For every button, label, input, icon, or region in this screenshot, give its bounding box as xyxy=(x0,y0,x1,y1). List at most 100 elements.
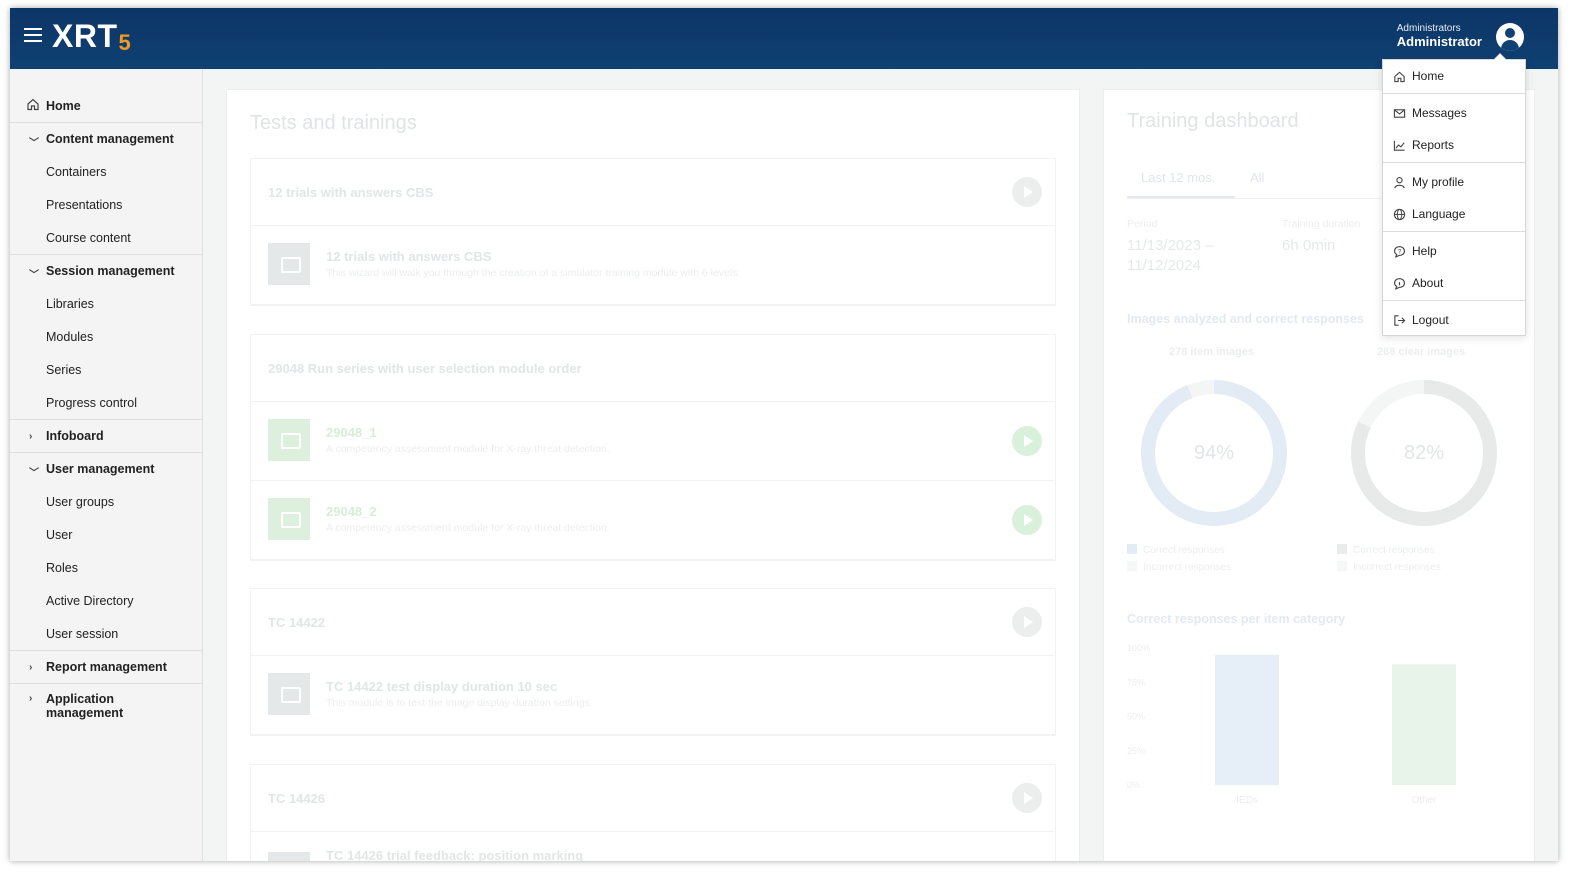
sidebar-item-modules[interactable]: Modules xyxy=(10,320,202,353)
module-description: This wizard will walk you through the cr… xyxy=(326,267,741,279)
category-section-title: Correct responses per item category xyxy=(1127,612,1346,626)
test-group-header[interactable]: 12 trials with answers CBS xyxy=(251,159,1055,226)
donut-left-pct: 94% xyxy=(1194,442,1234,464)
test-group: 29048 Run series with user selection mod… xyxy=(250,334,1056,561)
menu-item-reports[interactable]: Reports xyxy=(1383,131,1525,159)
briefcase-icon xyxy=(268,419,310,461)
test-group-header[interactable]: 29048 Run series with user selection mod… xyxy=(251,335,1055,402)
play-icon[interactable] xyxy=(1012,426,1042,456)
sidebar-item-course-content[interactable]: Course content xyxy=(10,221,202,254)
play-icon[interactable] xyxy=(1012,607,1042,637)
user-role: Administrators xyxy=(1396,23,1461,34)
menu-item-help[interactable]: ? Help xyxy=(1383,237,1525,265)
menu-divider xyxy=(1383,231,1525,232)
group-title: 12 trials with answers CBS xyxy=(268,185,434,200)
menu-item-my-profile[interactable]: My profile xyxy=(1383,168,1525,196)
chevron-down-icon: ﹀ xyxy=(29,468,39,479)
y-tick-label: 25% xyxy=(1127,746,1145,756)
module-item[interactable]: TC 14426 trial feedback: position markin… xyxy=(251,832,1055,861)
avatar[interactable] xyxy=(1496,23,1524,51)
menu-icon[interactable] xyxy=(24,28,42,44)
sidebar-item-label: Modules xyxy=(46,329,94,344)
y-tick-label: 100% xyxy=(1127,643,1150,653)
sidebar-item-infoboard[interactable]: › Infoboard xyxy=(10,419,202,452)
sidebar-item-application-management[interactable]: › Application management xyxy=(10,683,202,727)
menu-item-label: Help xyxy=(1412,244,1437,258)
sidebar-item-label: Containers xyxy=(46,164,107,179)
legend-incorrect-left: Incorrect responses xyxy=(1127,561,1231,573)
sidebar-item-label: Report management xyxy=(46,660,167,674)
sidebar-item-label: User groups xyxy=(46,494,115,509)
legend-label: Correct responses xyxy=(1143,545,1225,556)
x-tick-label: Other xyxy=(1411,795,1437,806)
menu-item-label: My profile xyxy=(1412,175,1465,189)
y-tick-label: 0% xyxy=(1127,780,1140,790)
briefcase-icon xyxy=(268,673,310,715)
sidebar-item-user-session[interactable]: User session xyxy=(10,617,202,650)
chevron-right-icon: › xyxy=(29,662,33,673)
legend-incorrect-right: Incorrect responses xyxy=(1337,561,1441,573)
module-item[interactable]: 29048_1 A competency assessment module f… xyxy=(251,402,1055,481)
module-item[interactable]: 29048_2 A competency assessment module f… xyxy=(251,481,1055,560)
module-title: TC 14426 trial feedback: position markin… xyxy=(326,848,584,861)
test-group-header[interactable]: TC 14422 xyxy=(251,589,1055,656)
sidebar-item-user-groups[interactable]: User groups xyxy=(10,485,202,518)
menu-item-label: Reports xyxy=(1412,138,1455,152)
sidebar-item-progress-control[interactable]: Progress control xyxy=(10,386,202,419)
duration-value: 6h 0min xyxy=(1282,237,1336,254)
y-tick-label: 75% xyxy=(1127,677,1145,687)
play-icon[interactable] xyxy=(1012,177,1042,207)
sidebar-item-report-management[interactable]: › Report management xyxy=(10,650,202,683)
module-title: 29048_2 xyxy=(326,504,377,519)
module-item[interactable]: 12 trials with answers CBS This wizard w… xyxy=(251,226,1055,305)
menu-divider xyxy=(1383,93,1525,94)
menu-item-home[interactable]: Home xyxy=(1383,62,1525,90)
legend-correct-left: Correct responses xyxy=(1127,544,1225,556)
briefcase-icon xyxy=(268,852,310,861)
home-icon xyxy=(1394,71,1405,82)
x-tick-label: IEDs xyxy=(1236,795,1258,806)
chevron-down-icon: ﹀ xyxy=(29,270,39,281)
menu-divider xyxy=(1383,162,1525,163)
sidebar-item-user-management[interactable]: ﹀ User management xyxy=(10,452,202,485)
chevron-down-icon: ﹀ xyxy=(29,138,39,149)
sidebar-item-session-management[interactable]: ﹀ Session management xyxy=(10,254,202,287)
sidebar-item-label: User session xyxy=(46,626,119,641)
user-name: Administrator xyxy=(1396,34,1482,49)
sidebar-item-label: Course content xyxy=(46,230,131,245)
user-icon xyxy=(1394,176,1405,188)
legend-label: Incorrect responses xyxy=(1143,562,1231,573)
sidebar-item-libraries[interactable]: Libraries xyxy=(10,287,202,320)
dashboard-title: Training dashboard xyxy=(1127,110,1299,132)
app-logo[interactable]: XRT5 xyxy=(52,18,131,56)
donut-chart-right: 82% xyxy=(1351,380,1497,526)
menu-item-logout[interactable]: Logout xyxy=(1383,306,1525,334)
sidebar-item-series[interactable]: Series xyxy=(10,353,202,386)
menu-item-about[interactable]: About xyxy=(1383,269,1525,297)
logo-text: XRT xyxy=(52,18,118,54)
sidebar-item-roles[interactable]: Roles xyxy=(10,551,202,584)
tab-all[interactable]: All xyxy=(1250,170,1264,185)
envelope-icon xyxy=(1393,108,1406,118)
sidebar-item-containers[interactable]: Containers xyxy=(10,155,202,188)
bar-ieds xyxy=(1215,654,1279,785)
user-info[interactable]: Administrators Administrator xyxy=(1397,23,1482,49)
donut-right-label: 268 clear images xyxy=(1377,346,1466,358)
sidebar-item-user[interactable]: User xyxy=(10,518,202,551)
menu-item-language[interactable]: Language xyxy=(1383,200,1525,228)
test-group: 12 trials with answers CBS 12 trials wit… xyxy=(250,158,1056,306)
group-title: TC 14422 xyxy=(268,615,326,630)
briefcase-icon xyxy=(268,243,310,285)
module-description: A competency assessment module for X-ray… xyxy=(326,443,610,455)
sidebar-item-content-management[interactable]: ﹀ Content management xyxy=(10,122,202,155)
sidebar-item-home[interactable]: Home xyxy=(10,89,202,122)
sidebar-item-label: Series xyxy=(46,362,82,377)
module-item[interactable]: TC 14422 test display duration 10 sec Th… xyxy=(251,656,1055,735)
tab-last-12-months[interactable]: Last 12 mos. xyxy=(1141,170,1215,185)
menu-item-messages[interactable]: Messages xyxy=(1383,99,1525,127)
play-icon[interactable] xyxy=(1012,783,1042,813)
sidebar-item-presentations[interactable]: Presentations xyxy=(10,188,202,221)
play-icon[interactable] xyxy=(1012,505,1042,535)
test-group-header[interactable]: TC 14426 xyxy=(251,765,1055,832)
sidebar-item-active-directory[interactable]: Active Directory xyxy=(10,584,202,617)
